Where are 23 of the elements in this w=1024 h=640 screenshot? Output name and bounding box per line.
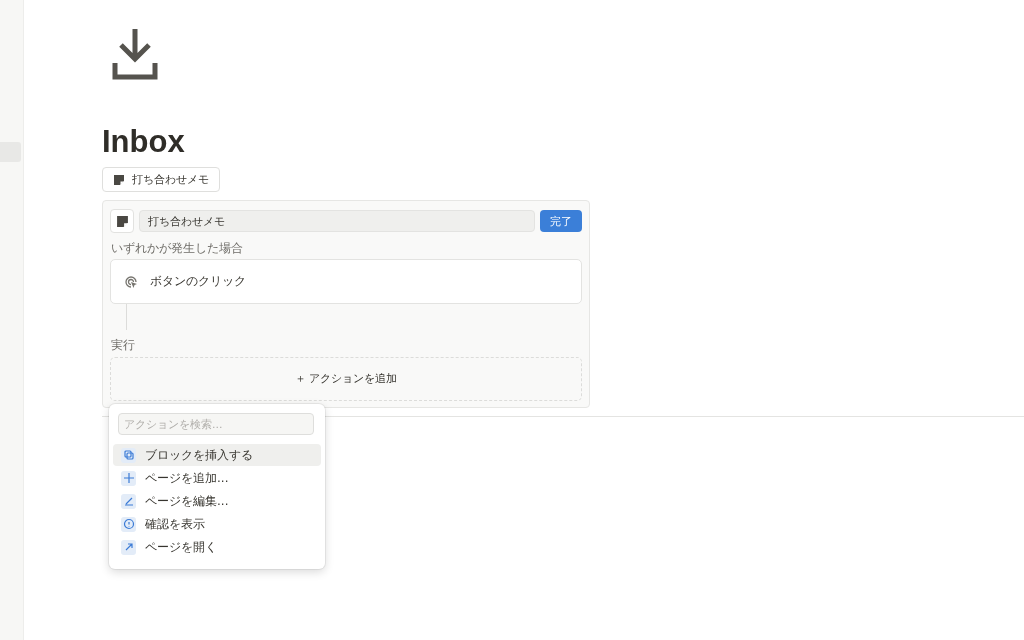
note-button[interactable]: 打ち合わせメモ [102, 167, 220, 192]
download-icon [112, 28, 158, 80]
note-icon [113, 173, 125, 186]
icon-picker[interactable] [110, 209, 134, 233]
info-icon [121, 516, 136, 532]
trigger-card[interactable]: ボタンのクリック [110, 259, 582, 305]
menu-item[interactable]: ブロックを挿入する [113, 444, 321, 466]
menu-item[interactable]: 確認を表示 [113, 513, 321, 535]
page-title: Inbox [102, 126, 186, 157]
copy-icon [121, 447, 136, 463]
done-button[interactable]: 完了 [540, 210, 582, 232]
menu-item[interactable]: ページを追加... [113, 467, 321, 489]
pencil-icon [121, 493, 136, 509]
name-field[interactable]: 打ち合わせメモ [139, 210, 535, 232]
click-icon [123, 273, 139, 290]
note-icon [115, 214, 129, 228]
menu-item[interactable]: ページを開く [113, 536, 321, 558]
plus-icon [121, 470, 136, 486]
menu-item[interactable]: ページを編集... [113, 490, 321, 512]
action-heading: 実行 [111, 338, 136, 353]
trigger-label: ボタンのクリック [150, 273, 246, 291]
trigger-heading: いずれかが発生した場合 [111, 241, 244, 256]
add-action-button[interactable]: ＋ アクションを追加 [110, 356, 582, 401]
